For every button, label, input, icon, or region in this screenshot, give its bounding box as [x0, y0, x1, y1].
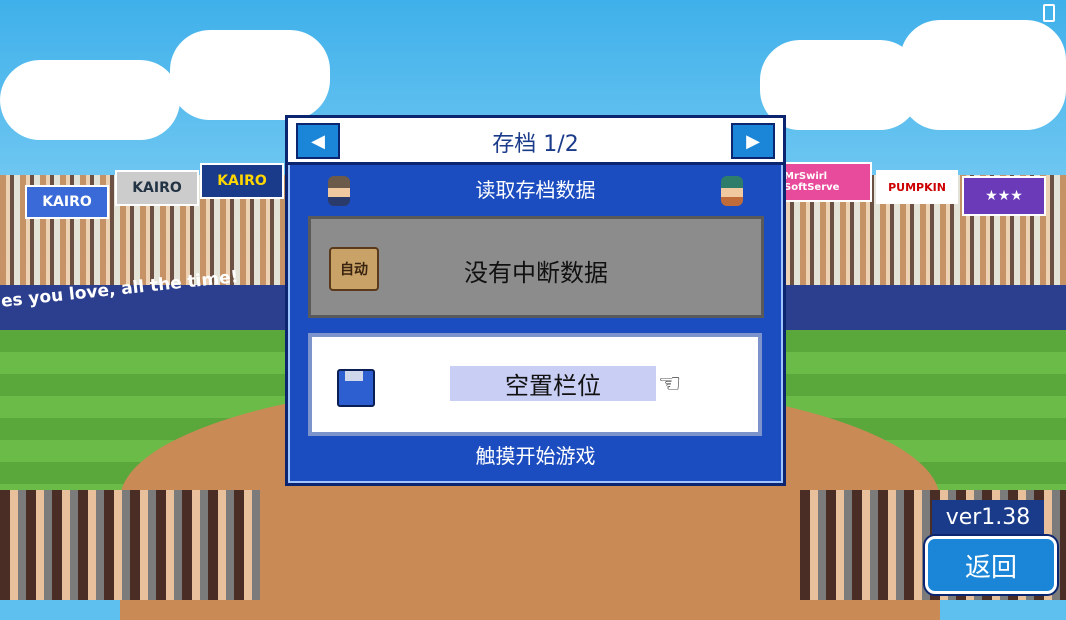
save-slot-empty[interactable]: 空置栏位 ☜ [308, 333, 762, 436]
crowd-left [0, 490, 260, 600]
version-label: ver1.38 [932, 500, 1044, 534]
character-icon [721, 176, 743, 206]
dialog-subtitle: 读取存档数据 [475, 178, 596, 202]
sponsor-banner: KAIRO [25, 185, 109, 219]
next-page-button[interactable]: ▶ [731, 123, 775, 159]
sponsor-banner: KAIRO [200, 163, 284, 199]
cloud [0, 60, 180, 140]
dialog-title: 存档 1/2 [492, 132, 579, 157]
save-slot-auto[interactable]: 自动 没有中断数据 [308, 216, 764, 318]
cloud [170, 30, 330, 120]
save-dialog: ◀ 存档 1/2 ▶ 读取存档数据 自动 没有中断数据 空置栏位 ☜ 触摸开始游… [285, 115, 786, 486]
sponsor-banner: MrSwirl SoftServe [782, 162, 872, 202]
back-button[interactable]: 返回 [925, 536, 1057, 594]
save-slot-label: 没有中断数据 [464, 259, 608, 287]
dialog-header: ◀ 存档 1/2 ▶ [288, 118, 783, 165]
floppy-disk-icon [337, 369, 375, 407]
sponsor-banner: ★★★ [962, 176, 1046, 216]
sponsor-banner: PUMPKIN [876, 170, 958, 204]
sponsor-banner: KAIRO [115, 170, 199, 206]
cloud [900, 20, 1066, 130]
battery-icon [1043, 4, 1055, 22]
pointing-hand-icon: ☜ [658, 369, 682, 399]
touch-to-start-prompt[interactable]: 触摸开始游戏 [288, 440, 783, 469]
save-slot-label: 空置栏位 [450, 366, 656, 401]
right-arrow-icon: ▶ [746, 130, 760, 152]
